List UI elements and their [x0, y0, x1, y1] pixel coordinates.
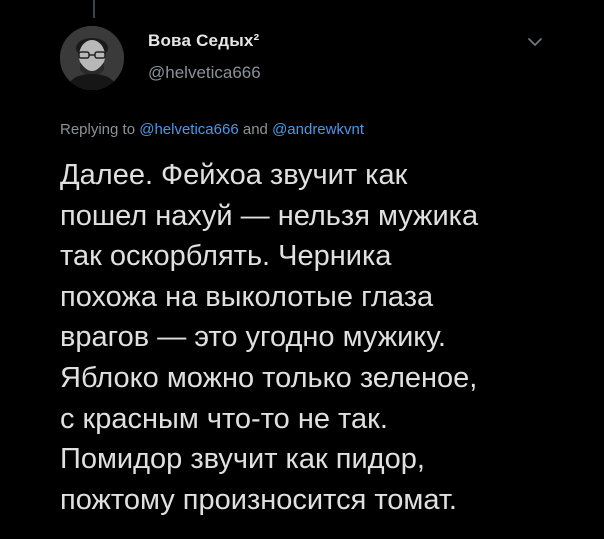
tweet-text-line: похожа на выколотые глаза	[60, 280, 434, 313]
tweet-header: Вова Седых² @helvetica666	[148, 30, 261, 84]
tweet-text-line: Далее. Фейхоа звучит как	[60, 159, 408, 191]
replying-to-line: Replying to @helvetica666 and @andrewkvn…	[60, 120, 364, 140]
thread-connector-line	[93, 0, 95, 18]
tweet-text: Далее. Фейхоа звучит как пошел нахуй — н…	[60, 155, 580, 520]
tweet-text-line: так оскорблять. Черника	[60, 240, 392, 273]
tweet-text-line: пошел нахуй — нельзя мужика	[60, 199, 479, 232]
chevron-down-icon[interactable]	[526, 36, 544, 48]
tweet-text-line: с красным что-то не так.	[60, 402, 388, 435]
mention-link-andrewkvnt[interactable]: @andrewkvnt	[272, 121, 364, 138]
tweet-text-line: пожтому произносится томат.	[60, 483, 457, 516]
author-display-name[interactable]: Вова Седых²	[148, 30, 261, 52]
person-avatar-icon	[60, 26, 124, 90]
tweet-text-line: врагов — это угодно мужику.	[60, 321, 446, 354]
replying-prefix: Replying to	[60, 121, 140, 138]
tweet-text-line: Яблоко можно только зеленое,	[60, 361, 478, 394]
author-avatar[interactable]	[60, 26, 124, 90]
replying-joiner: and	[238, 121, 273, 138]
mention-link-helvetica666[interactable]: @helvetica666	[139, 121, 238, 138]
author-handle[interactable]: @helvetica666	[148, 62, 261, 84]
tweet-text-line: Помидор звучит как пидор,	[60, 443, 425, 476]
